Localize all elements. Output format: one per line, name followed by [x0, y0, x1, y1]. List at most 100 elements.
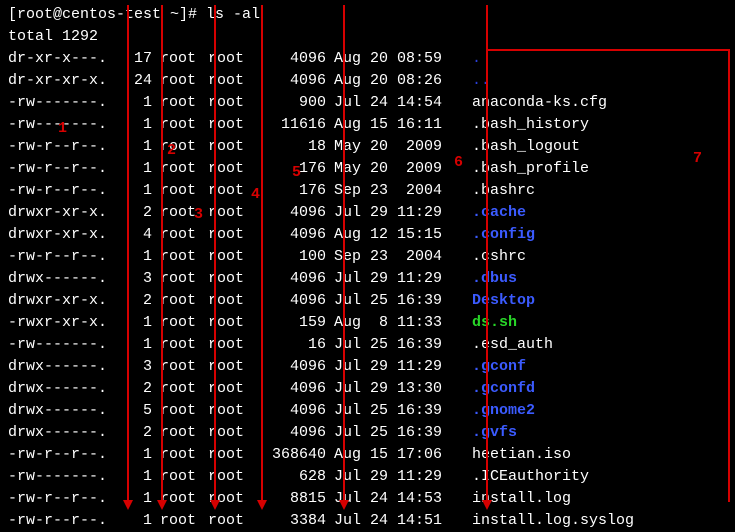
date-cell: Jul 29 13:30	[326, 378, 464, 400]
owner-cell: root	[152, 312, 200, 334]
perms-cell: -rw-r--r--.	[8, 180, 116, 202]
owner-cell: root	[152, 334, 200, 356]
perms-cell: -rw-r--r--.	[8, 246, 116, 268]
date-cell: Aug 12 15:15	[326, 224, 464, 246]
size-cell: 4096	[248, 70, 326, 92]
group-cell: root	[200, 356, 248, 378]
links-cell: 1	[116, 488, 152, 510]
name-cell: .cache	[464, 202, 634, 224]
links-cell: 1	[116, 92, 152, 114]
size-cell: 4096	[248, 400, 326, 422]
owner-cell: root	[152, 48, 200, 70]
date-cell: Aug 15 16:11	[326, 114, 464, 136]
perms-cell: -rw-r--r--.	[8, 488, 116, 510]
group-cell: root	[200, 180, 248, 202]
date-cell: Jul 29 11:29	[326, 202, 464, 224]
links-cell: 1	[116, 510, 152, 532]
table-row: -rwxr-xr-x.1rootroot159Aug 8 11:33ds.sh	[8, 312, 634, 334]
group-cell: root	[200, 136, 248, 158]
annotation-arrow-line	[728, 49, 730, 502]
name-cell: .bash_profile	[464, 158, 634, 180]
owner-cell: root	[152, 70, 200, 92]
table-row: -rw-------.1rootroot16Jul 25 16:39.esd_a…	[8, 334, 634, 356]
group-cell: root	[200, 268, 248, 290]
size-cell: 176	[248, 180, 326, 202]
table-row: -rw-r--r--.1rootroot18May 20 2009.bash_l…	[8, 136, 634, 158]
perms-cell: -rw-------.	[8, 466, 116, 488]
links-cell: 1	[116, 246, 152, 268]
owner-cell: root	[152, 488, 200, 510]
group-cell: root	[200, 378, 248, 400]
table-row: -rw-r--r--.1rootroot176Sep 23 2004.bashr…	[8, 180, 634, 202]
table-row: drwxr-xr-x.2rootroot4096Jul 25 16:39Desk…	[8, 290, 634, 312]
owner-cell: root	[152, 422, 200, 444]
name-cell: .bash_history	[464, 114, 634, 136]
links-cell: 3	[116, 356, 152, 378]
owner-cell: root	[152, 510, 200, 532]
date-cell: Jul 25 16:39	[326, 422, 464, 444]
links-cell: 1	[116, 444, 152, 466]
name-cell: install.log.syslog	[464, 510, 634, 532]
date-cell: May 20 2009	[326, 158, 464, 180]
date-cell: Jul 24 14:54	[326, 92, 464, 114]
group-cell: root	[200, 246, 248, 268]
size-cell: 8815	[248, 488, 326, 510]
name-cell: .bashrc	[464, 180, 634, 202]
owner-cell: root	[152, 290, 200, 312]
links-cell: 3	[116, 268, 152, 290]
perms-cell: -rwxr-xr-x.	[8, 312, 116, 334]
links-cell: 1	[116, 158, 152, 180]
name-cell: anaconda-ks.cfg	[464, 92, 634, 114]
group-cell: root	[200, 510, 248, 532]
date-cell: Jul 24 14:53	[326, 488, 464, 510]
name-cell: ..	[464, 70, 634, 92]
table-row: dr-xr-x---.17rootroot4096Aug 20 08:59.	[8, 48, 634, 70]
date-cell: Jul 25 16:39	[326, 290, 464, 312]
date-cell: Jul 29 11:29	[326, 268, 464, 290]
size-cell: 4096	[248, 268, 326, 290]
owner-cell: root	[152, 224, 200, 246]
name-cell: .gvfs	[464, 422, 634, 444]
size-cell: 4096	[248, 48, 326, 70]
links-cell: 2	[116, 202, 152, 224]
command-text: ls -al	[206, 6, 260, 23]
table-row: drwx------.3rootroot4096Jul 29 11:29.gco…	[8, 356, 634, 378]
links-cell: 4	[116, 224, 152, 246]
owner-cell: root	[152, 356, 200, 378]
owner-cell: root	[152, 114, 200, 136]
links-cell: 2	[116, 422, 152, 444]
table-row: -rw-r--r--.1rootroot368640Aug 15 17:06he…	[8, 444, 634, 466]
date-cell: May 20 2009	[326, 136, 464, 158]
perms-cell: drwx------.	[8, 422, 116, 444]
name-cell: .esd_auth	[464, 334, 634, 356]
group-cell: root	[200, 400, 248, 422]
date-cell: Aug 8 11:33	[326, 312, 464, 334]
date-cell: Jul 25 16:39	[326, 400, 464, 422]
table-row: -rw-------.1rootroot628Jul 29 11:29.ICEa…	[8, 466, 634, 488]
table-row: drwxr-xr-x.2rootroot4096Jul 29 11:29.cac…	[8, 202, 634, 224]
size-cell: 4096	[248, 290, 326, 312]
perms-cell: drwxr-xr-x.	[8, 224, 116, 246]
group-cell: root	[200, 202, 248, 224]
links-cell: 1	[116, 312, 152, 334]
size-cell: 628	[248, 466, 326, 488]
size-cell: 176	[248, 158, 326, 180]
owner-cell: root	[152, 444, 200, 466]
perms-cell: drwxr-xr-x.	[8, 202, 116, 224]
owner-cell: root	[152, 268, 200, 290]
group-cell: root	[200, 334, 248, 356]
table-row: drwx------.2rootroot4096Jul 25 16:39.gvf…	[8, 422, 634, 444]
links-cell: 2	[116, 290, 152, 312]
terminal-prompt: [root@centos-test ~]# ls -al	[8, 4, 727, 26]
date-cell: Sep 23 2004	[326, 180, 464, 202]
size-cell: 368640	[248, 444, 326, 466]
size-cell: 4096	[248, 378, 326, 400]
group-cell: root	[200, 70, 248, 92]
group-cell: root	[200, 312, 248, 334]
name-cell: .config	[464, 224, 634, 246]
group-cell: root	[200, 290, 248, 312]
name-cell: .ICEauthority	[464, 466, 634, 488]
group-cell: root	[200, 48, 248, 70]
name-cell: .cshrc	[464, 246, 634, 268]
size-cell: 4096	[248, 356, 326, 378]
